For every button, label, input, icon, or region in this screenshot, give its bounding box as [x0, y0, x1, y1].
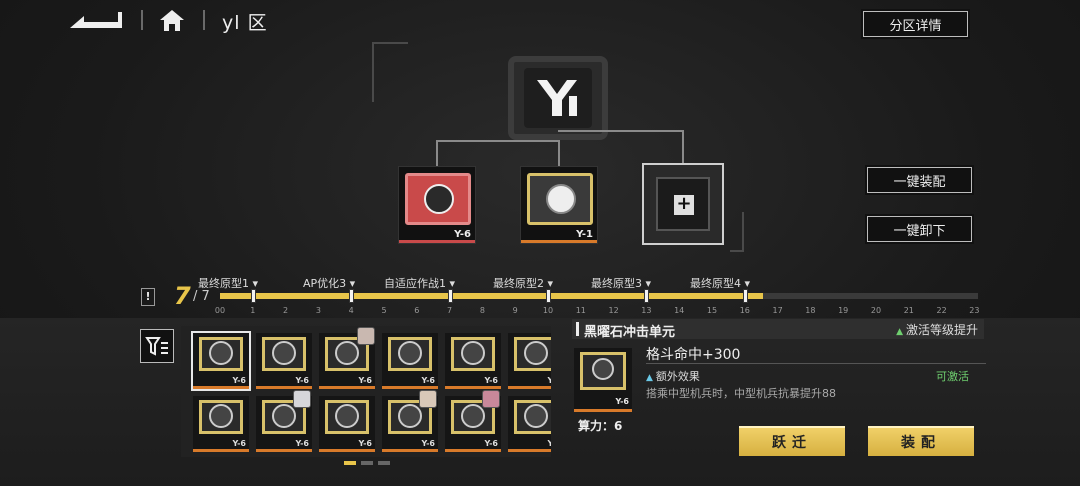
stat-line: 格斗命中+300: [646, 347, 741, 363]
chip-face: [405, 173, 471, 225]
tick-label: 10: [542, 306, 554, 315]
rarity-bar: [399, 240, 475, 243]
pilot-avatar: [357, 327, 375, 345]
tick-label: 13: [641, 306, 652, 315]
filter-button[interactable]: [140, 329, 174, 363]
connector-line: [558, 130, 684, 132]
equipped-slot-2[interactable]: Y-1: [520, 166, 598, 244]
inventory-item[interactable]: Y-6: [508, 396, 551, 452]
milestone-node: [448, 289, 453, 303]
tick-label: 8: [479, 306, 485, 315]
tick-label: 12: [608, 306, 619, 315]
pilot-avatar: [293, 390, 311, 408]
extra-effect-label: 额外效果: [646, 368, 700, 384]
transfer-button[interactable]: 跃迁: [739, 426, 845, 456]
tick-label: 16: [739, 306, 750, 315]
tick-label: 19: [838, 306, 849, 315]
tick-label: 00: [214, 306, 226, 315]
compute-power: 算力：6: [578, 419, 623, 433]
module-name: 黑曜石冲击单元: [584, 325, 676, 340]
current-level: 7: [174, 282, 191, 310]
slot-label: Y-6: [454, 229, 471, 240]
pilot-avatar: [419, 390, 437, 408]
inventory-item[interactable]: Y-6: [256, 333, 312, 389]
tick-label: 23: [969, 306, 980, 315]
tick-label: 3: [315, 306, 321, 315]
module-image: Y-6: [574, 348, 632, 412]
pilot-avatar: [482, 390, 500, 408]
tick-label: 22: [936, 306, 947, 315]
inventory-item[interactable]: Y-6: [445, 333, 501, 389]
connector-line: [558, 140, 560, 168]
tick-label: 5: [381, 306, 387, 315]
divider: [203, 10, 205, 30]
tick-label: 11: [575, 306, 586, 315]
yl-logo-icon: [537, 80, 577, 116]
milestone-label[interactable]: 最终原型2 ▾: [493, 275, 553, 291]
milestone-label[interactable]: AP优化3 ▾: [303, 275, 355, 291]
tick-label: 6: [414, 306, 420, 315]
divider: [646, 363, 986, 364]
chip-face: [527, 173, 593, 225]
milestone-node: [349, 289, 354, 303]
inventory-item[interactable]: Y-6: [193, 396, 249, 452]
progress-track: [220, 289, 978, 303]
home-icon[interactable]: [158, 7, 186, 33]
tick-label: 9: [512, 306, 518, 315]
deco-frame: [730, 212, 744, 252]
tick-label: 20: [870, 306, 882, 315]
milestone-label[interactable]: 自适应作战1 ▾: [384, 275, 455, 291]
milestone-node: [251, 289, 256, 303]
filter-icon: [145, 337, 168, 356]
tick-label: 7: [447, 306, 453, 315]
milestone-label[interactable]: 最终原型4 ▾: [690, 275, 750, 291]
tick-label: 14: [674, 306, 685, 315]
top-bar: yl 区 分区详情: [0, 0, 1080, 42]
inventory-item[interactable]: Y-6: [319, 396, 375, 452]
connector-line: [436, 140, 438, 168]
tick-label: 2: [283, 306, 289, 315]
connector-line: [436, 140, 560, 142]
inventory-item[interactable]: Y-6: [382, 333, 438, 389]
alert-icon: !: [141, 288, 155, 306]
milestone-label[interactable]: 最终原型1 ▾: [198, 275, 258, 291]
tick-label: 15: [706, 306, 718, 315]
module-hub: [508, 56, 608, 140]
tick-label: 21: [903, 306, 914, 315]
connector-line: [682, 130, 684, 165]
add-icon: +: [674, 195, 694, 215]
deco-frame: [372, 42, 408, 102]
tick-label: 18: [805, 306, 816, 315]
divider: [141, 10, 143, 30]
activation-status: 可激活: [936, 370, 969, 383]
upgrade-link[interactable]: 激活等级提升: [896, 321, 978, 338]
page-title: yl 区: [222, 12, 268, 34]
tick-label: 17: [772, 306, 783, 315]
zone-detail-button[interactable]: 分区详情: [863, 11, 968, 37]
effect-description: 搭乘中型机兵时，中型机兵抗暴提升88: [646, 387, 836, 400]
unequip-all-button[interactable]: 一键卸下: [867, 216, 972, 242]
slot-label: Y-1: [576, 229, 593, 240]
header-marker: [576, 322, 579, 336]
max-level: / 7: [193, 289, 210, 304]
milestone-node: [743, 289, 748, 303]
milestone-node: [546, 289, 551, 303]
inventory-item[interactable]: Y-6: [508, 333, 551, 389]
inventory-item[interactable]: Y-6: [191, 331, 251, 391]
back-arrow-icon[interactable]: [66, 8, 126, 32]
empty-slot[interactable]: +: [642, 163, 724, 245]
rarity-bar: [521, 240, 597, 243]
equipped-slot-1[interactable]: Y-6: [398, 166, 476, 244]
milestone-label[interactable]: 最终原型3 ▾: [591, 275, 651, 291]
tick-label: 1: [250, 306, 256, 315]
tick-label: 4: [348, 306, 354, 315]
equip-button[interactable]: 装配: [868, 426, 974, 456]
equip-all-button[interactable]: 一键装配: [867, 167, 972, 193]
progress-fill: [220, 293, 764, 299]
milestone-node: [644, 289, 649, 303]
page-indicator[interactable]: [344, 461, 390, 465]
